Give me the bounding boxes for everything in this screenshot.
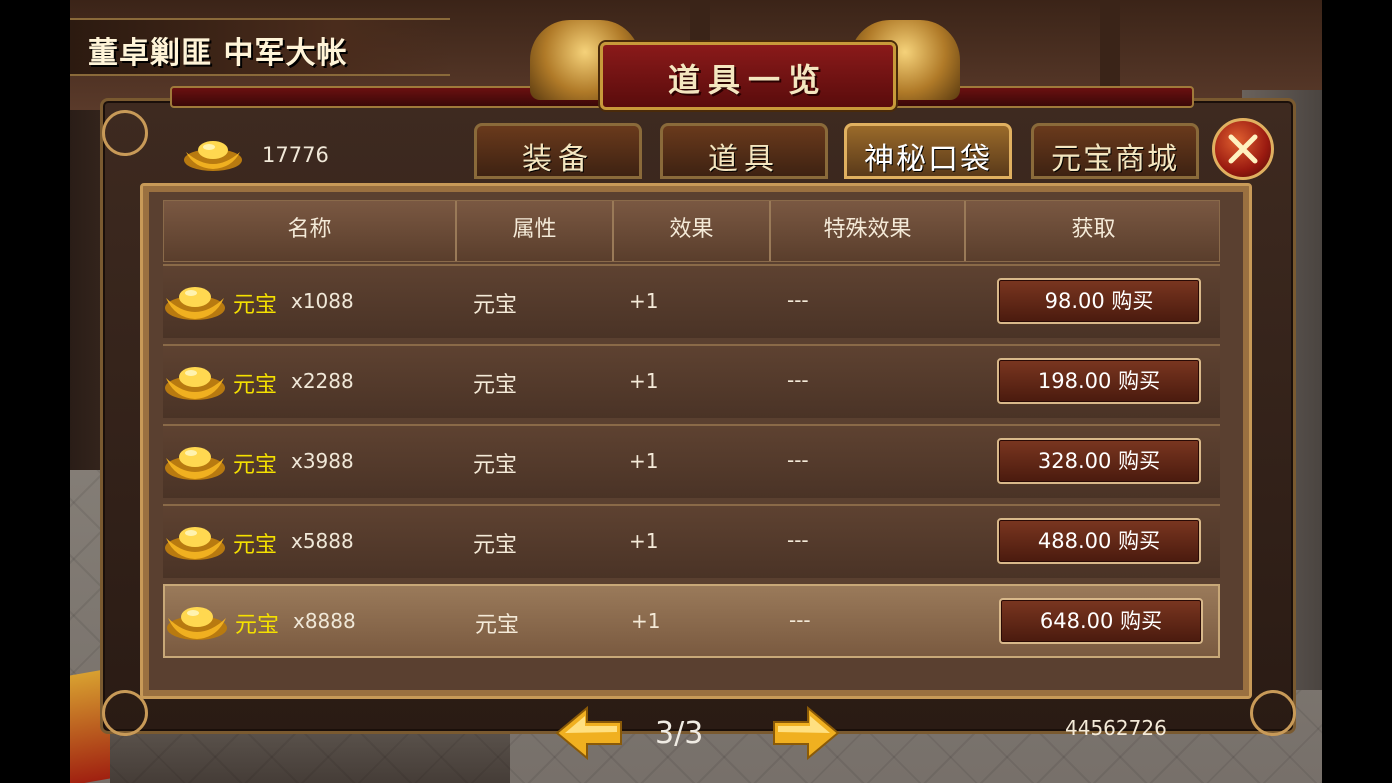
table-row: 元宝 x8888 元宝 +1 --- 648.00 购买: [163, 584, 1220, 658]
header-special-effect: 特殊效果: [771, 201, 966, 261]
tab-mystery-bag[interactable]: 神秘口袋: [844, 123, 1012, 179]
item-name: 元宝: [233, 293, 278, 318]
item-quantity: x3988: [291, 449, 354, 473]
header-obtain: 获取: [1071, 217, 1116, 242]
buy-button[interactable]: 328.00 购买: [997, 438, 1201, 484]
item-effect: +1: [631, 609, 661, 633]
buy-button[interactable]: 648.00 购买: [999, 598, 1203, 644]
item-quantity: x8888: [293, 609, 356, 633]
gold-ingot-icon: [184, 141, 242, 171]
location-title-bar: 董卓剿匪 中军大帐: [70, 18, 450, 76]
right-letterbox: [1322, 0, 1392, 783]
item-special-effect: ---: [787, 448, 809, 472]
item-effect: +1: [629, 289, 659, 313]
item-effect: +1: [629, 449, 659, 473]
left-letterbox: [0, 0, 70, 783]
buy-button[interactable]: 198.00 购买: [997, 358, 1201, 404]
next-page-arrow-icon[interactable]: [770, 704, 840, 762]
item-special-effect: ---: [787, 368, 809, 392]
table-row: 元宝 x5888 元宝 +1 --- 488.00 购买: [163, 504, 1220, 578]
tab-items[interactable]: 道具: [660, 123, 828, 179]
item-attribute: 元宝: [473, 293, 518, 318]
close-button[interactable]: [1212, 118, 1274, 180]
item-name: 元宝: [233, 373, 278, 398]
item-name: 元宝: [235, 613, 280, 638]
gold-ingot-icon: [167, 607, 227, 640]
banner: 道具一览: [530, 20, 960, 112]
gold-ingot-icon: [165, 447, 225, 480]
item-special-effect: ---: [787, 528, 809, 552]
tab-ingot-shop[interactable]: 元宝商城: [1031, 123, 1199, 179]
header-attribute: 属性: [457, 201, 614, 261]
close-icon: [1228, 134, 1258, 164]
table-row: 元宝 x3988 元宝 +1 --- 328.00 购买: [163, 424, 1220, 498]
gold-ingot-icon: [165, 367, 225, 400]
item-table: 名称 属性 效果 特殊效果 获取 元宝 x1088 元宝 +1 --- 98.00 购买元…: [163, 200, 1220, 665]
table-header: 名称 属性 效果 特殊效果 获取: [163, 200, 1220, 262]
tab-label: 装备: [522, 142, 594, 177]
buy-button[interactable]: 98.00 购买: [997, 278, 1201, 324]
header-effect: 效果: [614, 201, 771, 261]
item-attribute: 元宝: [473, 453, 518, 478]
location-title: 董卓剿匪 中军大帐: [88, 36, 348, 71]
game-viewport: 董卓剿匪 中军大帐 道具一览 17776 装备 道具 神秘口袋 元宝商城 名称 …: [70, 0, 1322, 783]
item-attribute: 元宝: [473, 533, 518, 558]
item-special-effect: ---: [789, 608, 811, 632]
prev-page-arrow-icon[interactable]: [555, 704, 625, 762]
item-attribute: 元宝: [473, 373, 518, 398]
corner-ornament-icon: [102, 110, 148, 156]
item-name: 元宝: [233, 453, 278, 478]
currency-amount: 17776: [262, 143, 329, 167]
table-row: 元宝 x2288 元宝 +1 --- 198.00 购买: [163, 344, 1220, 418]
tab-label: 神秘口袋: [864, 142, 992, 177]
banner-title: 道具一览: [667, 61, 828, 99]
banner-plate: 道具一览: [600, 42, 896, 110]
tab-label: 道具: [708, 142, 780, 177]
buy-button[interactable]: 488.00 购买: [997, 518, 1201, 564]
item-name: 元宝: [233, 533, 278, 558]
item-special-effect: ---: [787, 288, 809, 312]
item-quantity: x5888: [291, 529, 354, 553]
item-effect: +1: [629, 529, 659, 553]
item-attribute: 元宝: [475, 613, 520, 638]
item-quantity: x2288: [291, 369, 354, 393]
table-row: 元宝 x1088 元宝 +1 --- 98.00 购买: [163, 264, 1220, 338]
page-indicator: 3/3: [655, 716, 704, 751]
item-effect: +1: [629, 369, 659, 393]
corner-ornament-icon: [1250, 690, 1296, 736]
tab-equipment[interactable]: 装备: [474, 123, 642, 179]
header-name: 名称: [164, 201, 457, 261]
player-id: 44562726: [1065, 716, 1167, 740]
gold-ingot-icon: [165, 527, 225, 560]
corner-ornament-icon: [102, 690, 148, 736]
gold-ingot-icon: [165, 287, 225, 320]
item-quantity: x1088: [291, 289, 354, 313]
tab-label: 元宝商城: [1051, 142, 1179, 177]
